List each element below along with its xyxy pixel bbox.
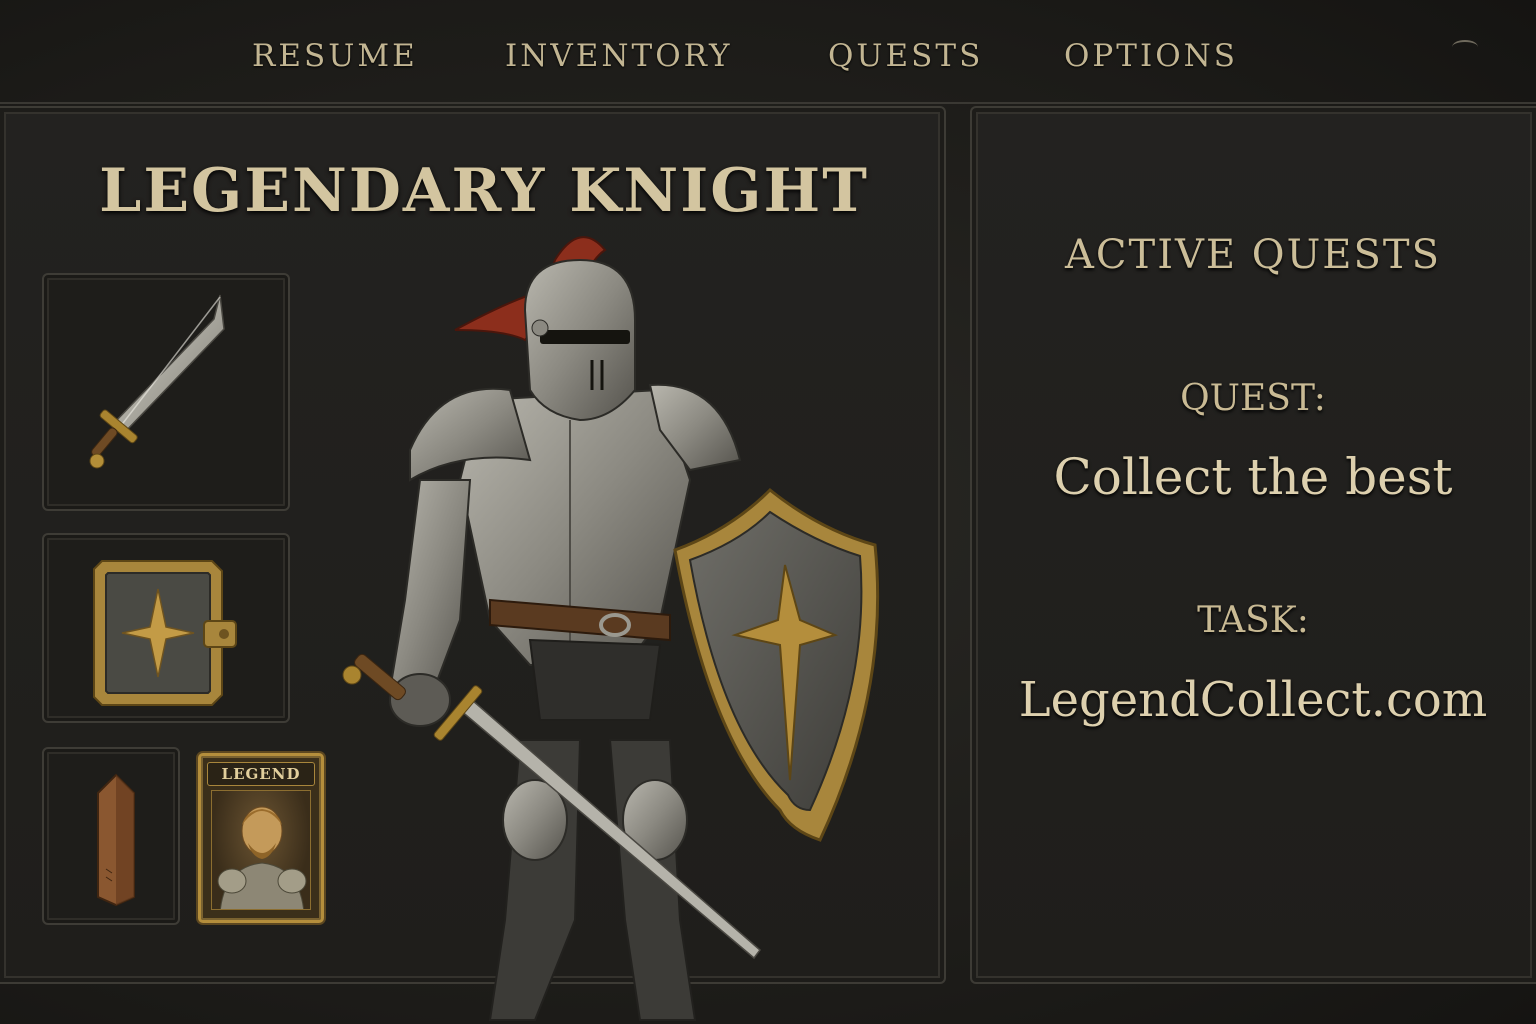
corner-ornament-icon [1452, 40, 1478, 54]
sword-icon [89, 294, 225, 469]
inventory-slot-weapon[interactable] [42, 273, 290, 511]
legend-card-label: LEGEND [207, 762, 315, 786]
top-nav: RESUME INVENTORY QUESTS OPTIONS [0, 0, 1536, 104]
quest-label: QUEST: [1180, 378, 1326, 419]
inventory-slot-scroll[interactable] [42, 747, 180, 925]
scroll-icon [97, 773, 135, 907]
nav-resume[interactable]: RESUME [252, 38, 418, 74]
legend-card[interactable]: LEGEND [198, 753, 324, 923]
nav-options[interactable]: OPTIONS [1064, 38, 1238, 74]
knight-illustration [342, 236, 880, 1021]
active-quests-heading: ACTIVE QUESTS [1065, 232, 1441, 278]
nav-quests[interactable]: QUESTS [828, 38, 983, 74]
task-label: TASK: [1197, 600, 1309, 641]
character-title: LEGENDARY KNIGHT [99, 156, 869, 226]
tome-icon [93, 560, 237, 706]
quest-value[interactable]: Collect the best [970, 448, 1536, 506]
nav-inventory[interactable]: INVENTORY [505, 38, 732, 74]
legend-portrait-icon [211, 790, 311, 910]
task-value[interactable]: LegendCollect.com [970, 672, 1536, 728]
inventory-slot-tome[interactable] [42, 533, 290, 723]
